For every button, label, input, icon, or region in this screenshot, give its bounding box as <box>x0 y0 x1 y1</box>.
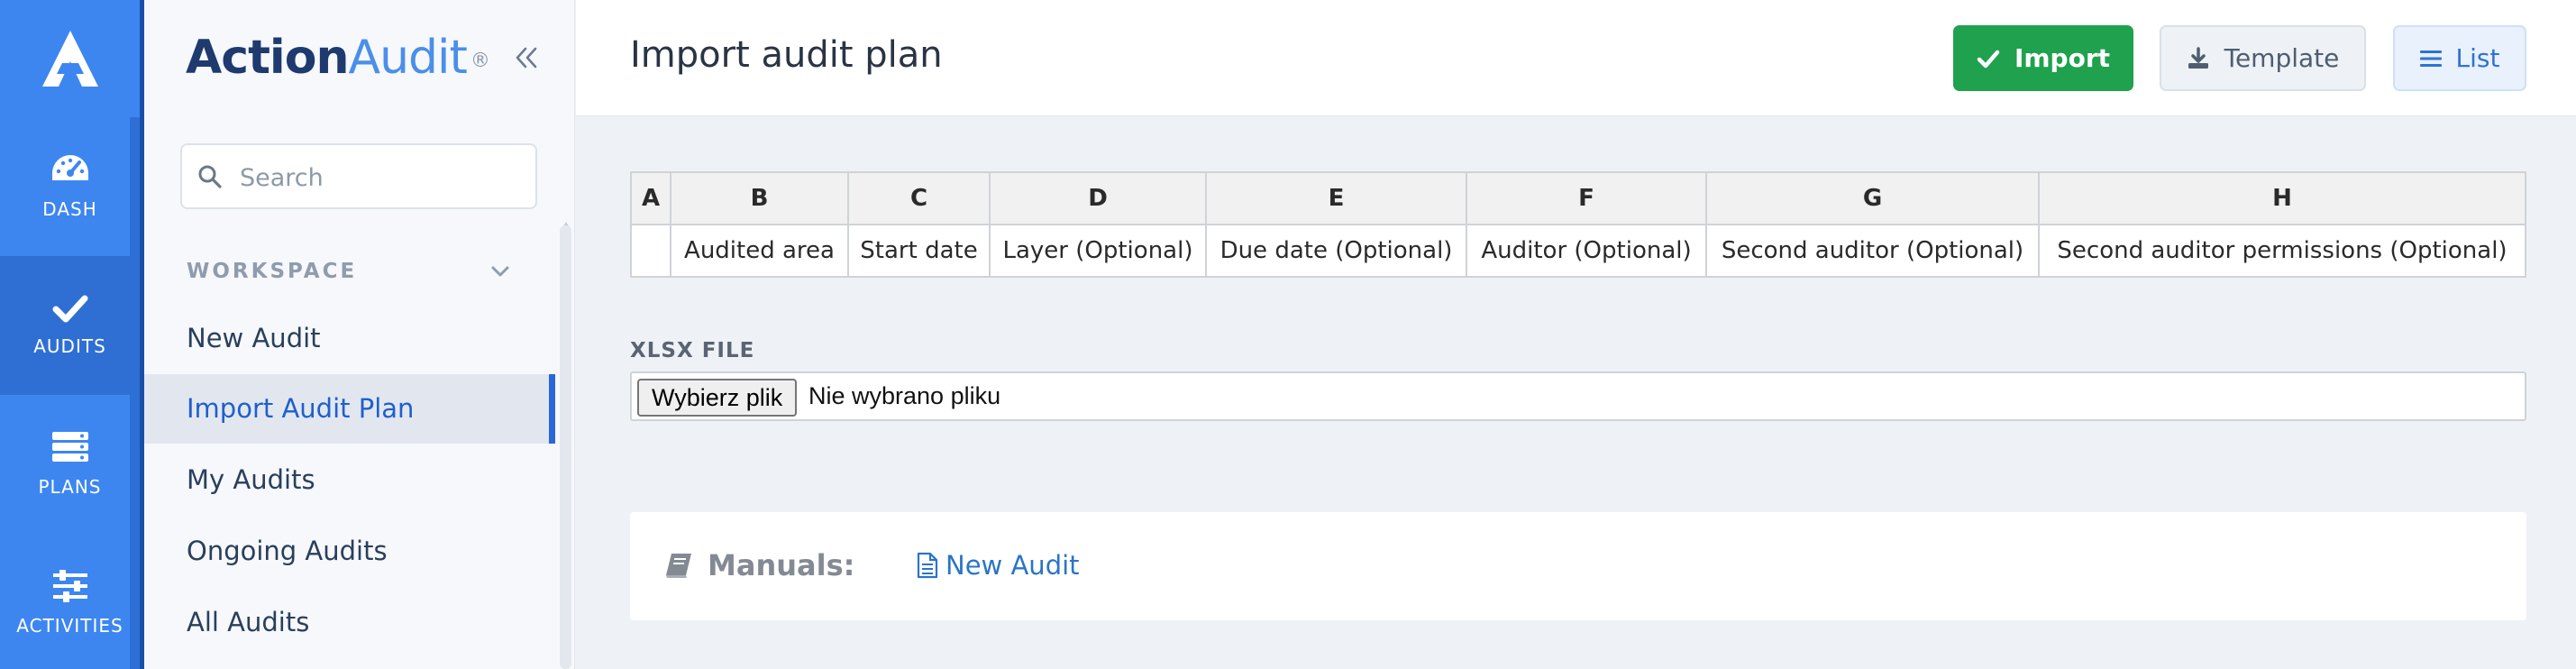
check-icon <box>1977 50 2000 68</box>
sidebar-item-my-audits[interactable]: My Audits <box>144 445 555 515</box>
rail-scrollbar[interactable] <box>130 117 140 669</box>
sidebar-item-ongoing-audits[interactable]: Ongoing Audits <box>144 517 555 586</box>
column-letter: G <box>1705 171 2040 225</box>
columns-table: A B C D E F G H Audited area Start date … <box>630 171 2526 278</box>
column-name: Second auditor permissions (Optional) <box>2038 224 2526 278</box>
page-header: Import audit plan Import Template List <box>576 0 2576 116</box>
sidebar-item-all-audits[interactable]: All Audits <box>144 588 555 657</box>
double-chevron-left-icon <box>516 47 537 69</box>
xlsx-file-label: XLSX FILE <box>630 339 755 362</box>
sidebar: ActionAudit® WORKSPACE New Audit Import … <box>144 0 575 669</box>
column-letter: E <box>1205 171 1467 225</box>
table-header-row: A B C D E F G H <box>630 171 2526 225</box>
sidebar-scrollbar[interactable] <box>560 225 571 669</box>
template-button-label: Template <box>2224 43 2340 73</box>
sidebar-item-new-audit[interactable]: New Audit <box>144 304 555 373</box>
icon-rail: DASH AUDITS PLANS ACTIVITIES <box>0 0 144 669</box>
search-icon <box>198 165 222 188</box>
manual-link-label: New Audit <box>945 550 1080 581</box>
file-status-text: Nie wybrano pliku <box>808 382 1001 409</box>
dashboard-icon <box>51 155 88 180</box>
column-name: Second auditor (Optional) <box>1705 224 2040 278</box>
app-logo[interactable] <box>0 0 140 117</box>
sliders-icon <box>52 570 87 602</box>
sidebar-item-import-audit-plan[interactable]: Import Audit Plan <box>144 374 555 444</box>
column-name <box>630 224 671 278</box>
plans-icon <box>51 432 88 462</box>
rail-item-dash[interactable]: DASH <box>0 117 140 256</box>
brand-name-action: Action <box>186 31 349 85</box>
import-button[interactable]: Import <box>1953 25 2133 91</box>
column-letter: B <box>670 171 849 225</box>
book-icon <box>666 554 691 578</box>
search-box <box>180 143 537 209</box>
document-icon <box>917 552 938 579</box>
logo-icon <box>41 31 98 87</box>
manual-link-new-audit[interactable]: New Audit <box>917 550 1080 581</box>
import-button-label: Import <box>2014 43 2111 73</box>
column-name: Due date (Optional) <box>1205 224 1467 278</box>
rail-item-audits[interactable]: AUDITS <box>0 256 140 395</box>
column-letter: F <box>1466 171 1707 225</box>
brand-logo[interactable]: ActionAudit ® <box>186 31 490 85</box>
column-letter: D <box>989 171 1207 225</box>
column-name: Start date <box>847 224 991 278</box>
column-name: Audited area <box>670 224 849 278</box>
template-button[interactable]: Template <box>2160 25 2366 91</box>
column-letter: C <box>847 171 991 225</box>
column-letter: H <box>2038 171 2526 225</box>
list-icon <box>2419 50 2442 67</box>
chevron-down-icon[interactable] <box>487 258 514 285</box>
choose-file-button[interactable]: Wybierz plik <box>637 379 798 417</box>
registered-mark: ® <box>470 50 490 72</box>
check-icon <box>52 295 87 323</box>
manuals-panel: Manuals: New Audit <box>630 512 2526 620</box>
list-button-label: List <box>2455 43 2500 73</box>
workspace-section-title: WORKSPACE <box>187 260 358 283</box>
rail-item-label: AUDITS <box>33 335 106 357</box>
rail-item-label: ACTIVITIES <box>16 615 123 637</box>
list-button[interactable]: List <box>2393 25 2526 91</box>
column-letter: A <box>630 171 671 225</box>
manuals-label: Manuals: <box>708 548 855 582</box>
collapse-sidebar-button[interactable] <box>510 40 543 76</box>
page-title: Import audit plan <box>630 34 943 76</box>
brand-name-audit: Audit <box>348 31 468 85</box>
rail-item-label: DASH <box>42 198 97 220</box>
download-icon <box>2188 46 2208 69</box>
search-input[interactable] <box>240 161 519 194</box>
rail-item-plans[interactable]: PLANS <box>0 395 140 534</box>
table-row: Audited area Start date Layer (Optional)… <box>630 224 2526 278</box>
xlsx-file-input[interactable]: Wybierz plik Nie wybrano pliku <box>630 371 2526 421</box>
rail-item-activities[interactable]: ACTIVITIES <box>0 534 140 669</box>
column-name: Auditor (Optional) <box>1466 224 1707 278</box>
rail-item-label: PLANS <box>38 476 102 498</box>
column-name: Layer (Optional) <box>989 224 1207 278</box>
